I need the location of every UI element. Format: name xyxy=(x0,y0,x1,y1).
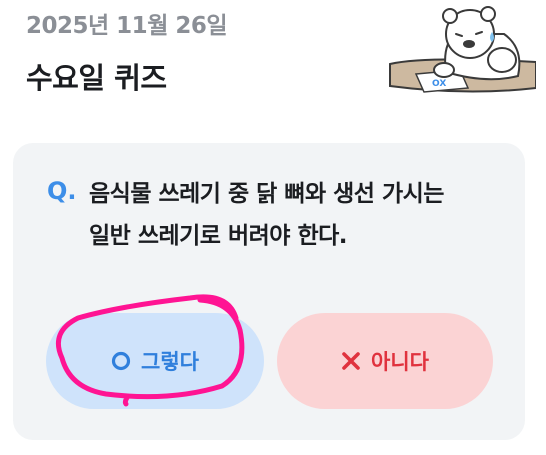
circle-o-icon xyxy=(111,351,131,371)
question-text: 음식물 쓰레기 중 닭 뼈와 생선 가시는 일반 쓰레기로 버려야 한다. xyxy=(89,173,499,257)
bear-mascot-icon: OX xyxy=(386,4,537,100)
date-label: 2025년 11월 26일 xyxy=(26,13,228,39)
quiz-card: Q. 음식물 쓰레기 중 닭 뼈와 생선 가시는 일반 쓰레기로 버려야 한다.… xyxy=(13,143,525,440)
answer-yes-button[interactable]: 그렇다 xyxy=(46,313,264,409)
answer-no-button[interactable]: 아니다 xyxy=(277,313,493,409)
answer-yes-label: 그렇다 xyxy=(141,350,199,374)
question-line-1: 음식물 쓰레기 중 닭 뼈와 생선 가시는 xyxy=(89,181,444,207)
note-o-mark: OX xyxy=(432,79,446,89)
question-line-2: 일반 쓰레기로 버려야 한다. xyxy=(89,223,348,249)
question-marker: Q. xyxy=(47,177,77,205)
answer-no-label: 아니다 xyxy=(371,350,429,374)
x-mark-icon xyxy=(341,351,361,371)
page-title: 수요일 퀴즈 xyxy=(26,61,167,95)
